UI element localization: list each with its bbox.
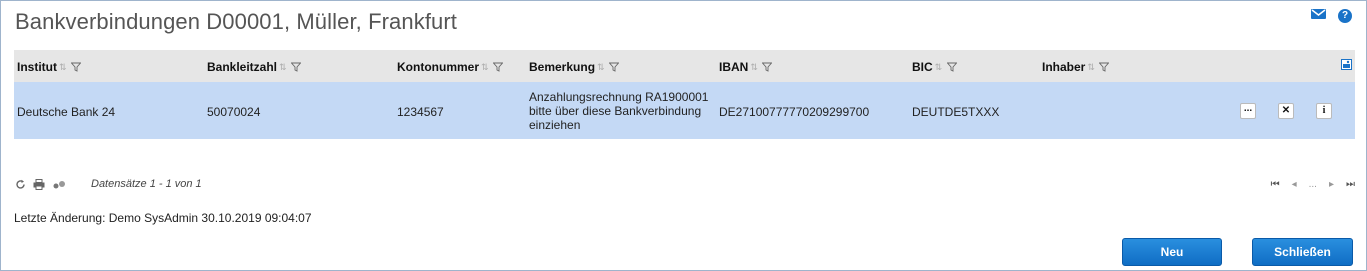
column-label: Kontonummer xyxy=(397,60,479,74)
next-page-icon[interactable]: ▸ xyxy=(1329,179,1334,190)
page-title: Bankverbindungen D00001, Müller, Frankfu… xyxy=(15,9,458,34)
top-icons: ? xyxy=(1311,8,1352,23)
column-chooser-icon[interactable] xyxy=(1341,59,1352,70)
filter-icon[interactable] xyxy=(946,62,957,72)
sort-icon[interactable]: ⇅ xyxy=(59,62,68,72)
bemerkung-line: Anzahlungsrechnung RA1900001 xyxy=(529,90,709,104)
column-label: IBAN xyxy=(719,60,749,74)
column-label: Bemerkung xyxy=(529,60,596,74)
record-count: Datensätze 1 - 1 von 1 xyxy=(91,178,202,190)
new-button[interactable]: Neu xyxy=(1122,238,1222,266)
more-button[interactable]: ... xyxy=(1240,103,1256,119)
footer-tools xyxy=(15,179,66,193)
column-header-inhaber[interactable]: Inhaber ⇅ xyxy=(1042,60,1110,74)
sort-icon[interactable]: ⇅ xyxy=(935,62,944,72)
last-page-icon[interactable]: ⏭ xyxy=(1346,179,1355,190)
settings-icon[interactable] xyxy=(52,180,66,193)
cell-iban: DE27100777770209299700 xyxy=(719,105,870,119)
table-row[interactable]: Deutsche Bank 24 50070024 1234567 Anzahl… xyxy=(14,82,1355,139)
column-header-bemerkung[interactable]: Bemerkung ⇅ xyxy=(529,60,620,74)
bemerkung-line: bitte über diese Bankverbindung xyxy=(529,104,702,118)
delete-button[interactable]: ✕ xyxy=(1278,103,1294,119)
cell-bemerkung: Anzahlungsrechnung RA1900001 bitte über … xyxy=(529,90,719,132)
sort-icon[interactable]: ⇅ xyxy=(597,62,606,72)
filter-icon[interactable] xyxy=(493,62,503,72)
pager: ⏮ ◂ ... ▸ ⏭ xyxy=(1271,179,1355,190)
sort-icon[interactable]: ⇅ xyxy=(1087,62,1096,72)
filter-icon[interactable] xyxy=(71,62,81,72)
print-icon[interactable] xyxy=(33,179,45,193)
refresh-icon[interactable] xyxy=(15,179,26,193)
filter-icon[interactable] xyxy=(291,62,302,72)
grid-footer: Datensätze 1 - 1 von 1 ⏮ ◂ ... ▸ ⏭ xyxy=(15,177,1355,193)
column-header-institut[interactable]: Institut ⇅ xyxy=(17,60,81,74)
dialog-frame: Bankverbindungen D00001, Müller, Frankfu… xyxy=(0,0,1367,271)
bemerkung-line: einziehen xyxy=(529,118,581,132)
close-button[interactable]: Schließen xyxy=(1252,238,1353,266)
filter-icon[interactable] xyxy=(1099,62,1110,72)
column-label: Inhaber xyxy=(1042,60,1086,74)
column-label: BIC xyxy=(912,60,933,74)
filter-icon[interactable] xyxy=(762,62,773,72)
page-ellipsis: ... xyxy=(1308,179,1317,190)
cell-institut: Deutsche Bank 24 xyxy=(17,105,116,119)
last-change-info: Letzte Änderung: Demo SysAdmin 30.10.201… xyxy=(14,211,312,225)
sort-icon[interactable]: ⇅ xyxy=(750,62,759,72)
help-icon[interactable]: ? xyxy=(1338,8,1352,23)
column-label: Bankleitzahl xyxy=(207,60,278,74)
sort-icon[interactable]: ⇅ xyxy=(481,62,490,72)
column-header-kontonummer[interactable]: Kontonummer ⇅ xyxy=(397,60,503,74)
cell-bic: DEUTDE5TXXX xyxy=(912,105,1000,119)
prev-page-icon[interactable]: ◂ xyxy=(1292,179,1297,190)
column-header-bankleitzahl[interactable]: Bankleitzahl ⇅ xyxy=(207,60,302,74)
filter-icon[interactable] xyxy=(609,62,620,72)
mail-icon[interactable] xyxy=(1311,8,1326,23)
column-header-iban[interactable]: IBAN ⇅ xyxy=(719,60,773,74)
column-header-bic[interactable]: BIC ⇅ xyxy=(912,60,957,74)
cell-bankleitzahl: 50070024 xyxy=(207,105,261,119)
column-label: Institut xyxy=(17,60,57,74)
first-page-icon[interactable]: ⏮ xyxy=(1271,179,1280,190)
grid-header: Institut ⇅ Bankleitzahl ⇅ Kontonummer ⇅ … xyxy=(14,50,1355,82)
bank-accounts-grid: Institut ⇅ Bankleitzahl ⇅ Kontonummer ⇅ … xyxy=(14,50,1355,139)
info-button[interactable]: i xyxy=(1316,103,1332,119)
sort-icon[interactable]: ⇅ xyxy=(279,62,288,72)
cell-kontonummer: 1234567 xyxy=(397,105,444,119)
